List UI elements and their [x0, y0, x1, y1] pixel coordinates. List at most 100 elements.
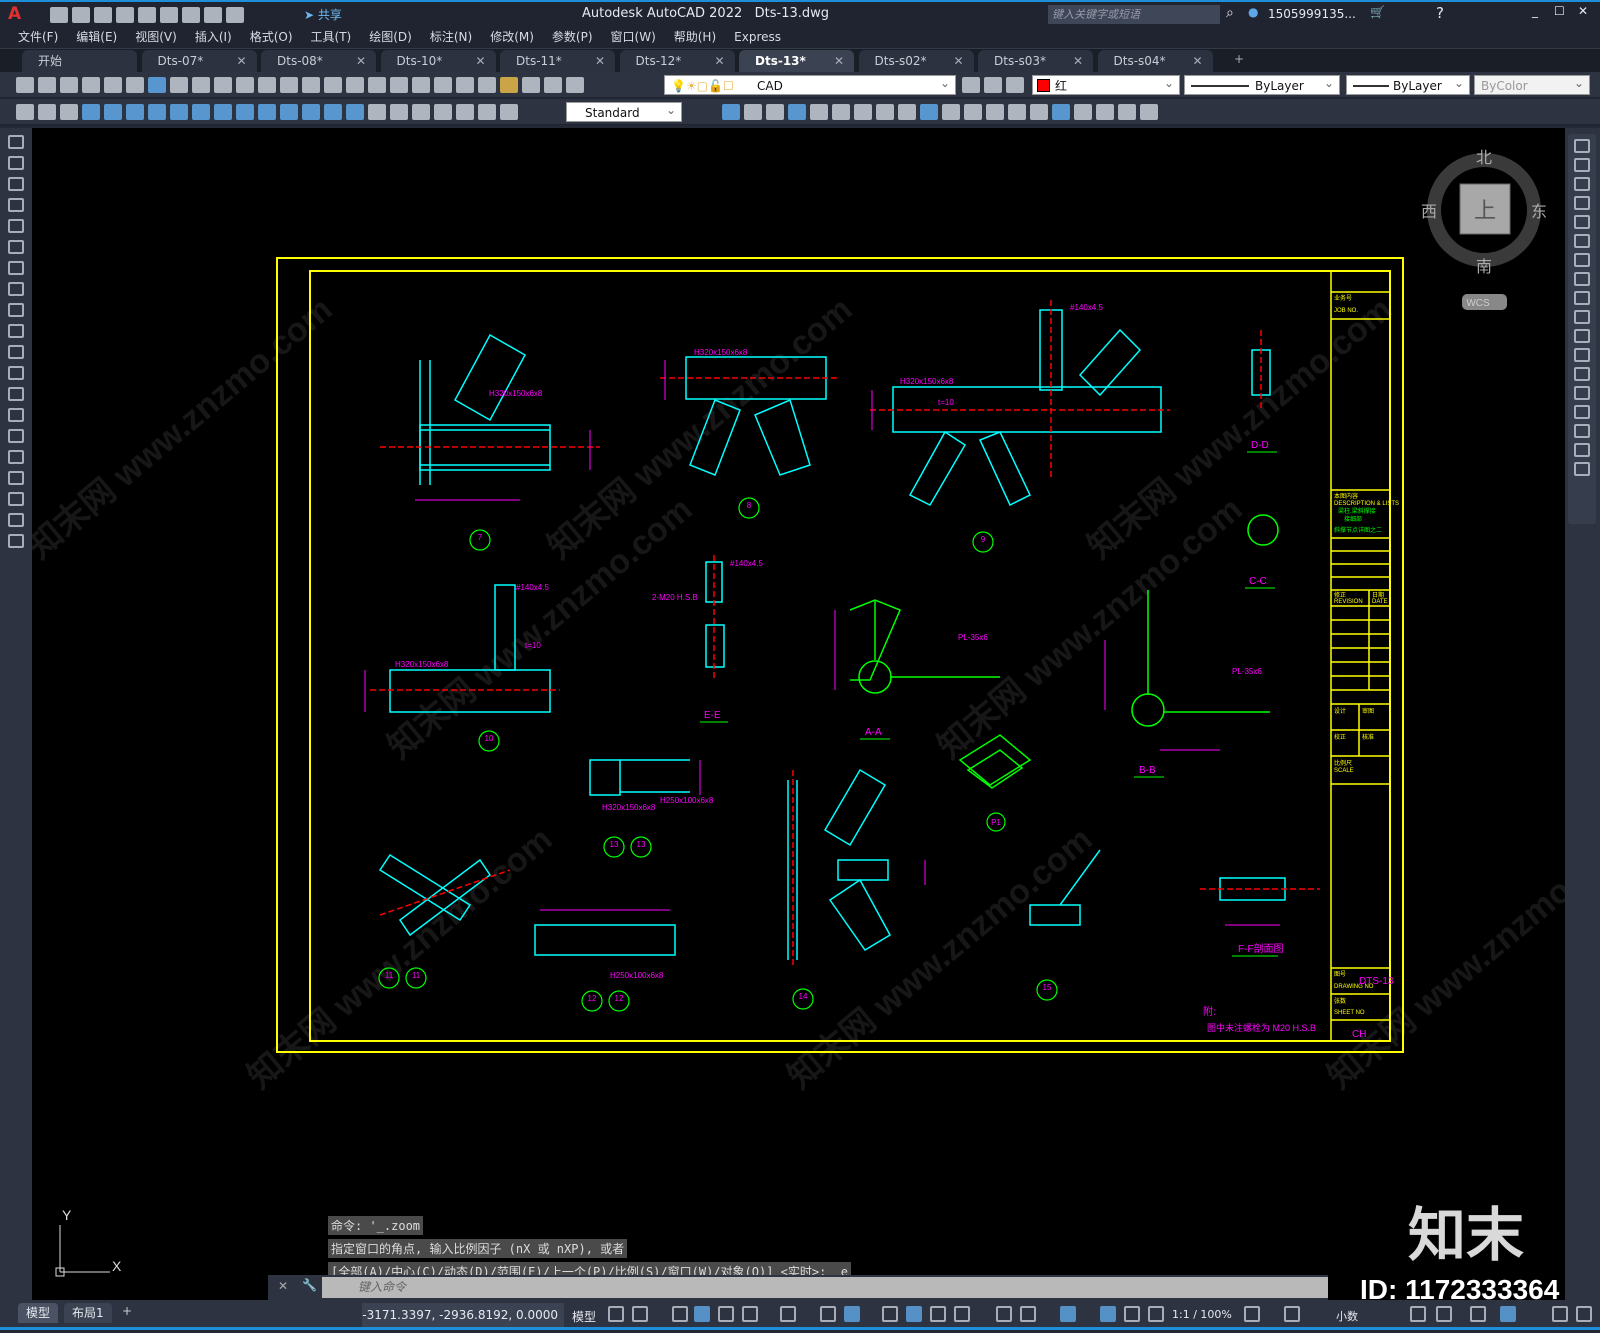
help-search-input[interactable]: 键入关键字或短语 — [1048, 5, 1220, 24]
compass-north[interactable]: 北 — [1476, 149, 1492, 167]
quick-dim-icon[interactable] — [258, 104, 276, 120]
array-icon[interactable] — [1574, 215, 1590, 229]
separate-icon[interactable] — [1030, 104, 1048, 120]
extrude-icon[interactable] — [722, 104, 740, 120]
new-icon[interactable] — [50, 7, 68, 23]
offset-icon[interactable] — [1574, 196, 1590, 210]
paste-icon[interactable] — [214, 77, 232, 93]
print-icon[interactable] — [182, 7, 200, 23]
menu-item[interactable]: 参数(P) — [552, 26, 593, 49]
move-icon[interactable] — [1574, 234, 1590, 248]
pan-icon[interactable] — [324, 77, 342, 93]
menu-item[interactable]: 帮助(H) — [674, 26, 716, 49]
cart-icon[interactable]: 🛒 — [1370, 5, 1385, 19]
close-tab-icon[interactable]: ✕ — [236, 50, 246, 72]
shell-icon[interactable] — [1052, 104, 1070, 120]
close-button[interactable]: ✕ — [1578, 4, 1588, 18]
rotate-faces-icon[interactable] — [876, 104, 894, 120]
jogged-icon[interactable] — [192, 104, 210, 120]
tab-layout1[interactable]: 布局1 — [64, 1303, 112, 1323]
continue-icon[interactable] — [302, 104, 320, 120]
preview-icon[interactable] — [104, 77, 122, 93]
menu-item[interactable]: 绘图(D) — [369, 26, 412, 49]
zoom-window-icon[interactable] — [368, 77, 386, 93]
aligned-dim-icon[interactable] — [104, 104, 122, 120]
document-tab[interactable]: Dts-12* ✕ — [619, 50, 735, 72]
revision-cloud-icon[interactable] — [8, 282, 24, 296]
undo-icon[interactable] — [204, 7, 222, 23]
close-tab-icon[interactable]: ✕ — [714, 50, 724, 72]
units-dropdown[interactable]: 小数 — [1336, 1308, 1358, 1324]
3d-osnap-icon[interactable] — [954, 1306, 970, 1322]
lineweight-icon[interactable] — [882, 1306, 898, 1322]
interfere-icon[interactable] — [1118, 104, 1136, 120]
dimstyle-dropdown[interactable]: Standard — [566, 100, 682, 122]
mirror-icon[interactable] — [1574, 177, 1590, 191]
design-center-icon[interactable] — [434, 77, 452, 93]
copy-icon[interactable] — [192, 77, 210, 93]
layer-dropdown[interactable]: 💡☀▢🔓☐ CAD — [664, 73, 956, 95]
markup-icon[interactable] — [500, 77, 518, 93]
app-menu-button[interactable]: A — [8, 4, 21, 24]
tab-model[interactable]: 模型 — [18, 1303, 59, 1323]
match-properties-icon[interactable] — [236, 77, 254, 93]
dim-update-icon[interactable] — [500, 104, 518, 120]
subtract-icon[interactable] — [766, 104, 784, 120]
clean-icon[interactable] — [1074, 104, 1092, 120]
ellipse-arc-icon[interactable] — [8, 345, 24, 359]
viewcube[interactable]: 上 北 南 东 西 WCS — [1421, 149, 1547, 310]
plotstyle-dropdown[interactable]: ByColor — [1474, 73, 1590, 95]
wrench-icon[interactable]: 🔧 — [302, 1278, 317, 1292]
arc-icon[interactable] — [8, 240, 24, 254]
grid-icon[interactable] — [608, 1306, 624, 1322]
lineweight-dropdown[interactable]: ByLayer — [1346, 73, 1470, 95]
offset-faces-icon[interactable] — [832, 104, 850, 120]
selection-filter-icon[interactable] — [1020, 1306, 1036, 1322]
rectangle-icon[interactable] — [8, 219, 24, 233]
close-tab-icon[interactable]: ✕ — [356, 50, 366, 72]
diameter-icon[interactable] — [214, 104, 232, 120]
search-icon[interactable]: ⌕ — [1226, 5, 1234, 21]
polygon-icon[interactable] — [8, 198, 24, 212]
clean-screen-icon[interactable] — [1552, 1306, 1568, 1322]
rotate-icon[interactable] — [1574, 253, 1590, 267]
compass-east[interactable]: 东 — [1531, 203, 1547, 221]
infer-constraints-icon[interactable] — [672, 1306, 688, 1322]
undo-icon[interactable] — [280, 77, 298, 93]
user-icon[interactable]: ● — [1248, 5, 1258, 19]
compass-west[interactable]: 西 — [1421, 204, 1437, 221]
redo-icon[interactable] — [302, 77, 320, 93]
layer-properties-icon[interactable] — [566, 77, 584, 93]
copy-icon[interactable] — [1574, 158, 1590, 172]
publish-icon[interactable] — [126, 77, 144, 93]
mobile-icon[interactable] — [160, 7, 178, 23]
space-icon[interactable] — [324, 104, 342, 120]
check-icon[interactable] — [38, 104, 56, 120]
section-icon[interactable] — [986, 104, 1004, 120]
cut-icon[interactable] — [170, 77, 188, 93]
dynamic-ucs-icon[interactable] — [996, 1306, 1012, 1322]
block-editor-icon[interactable] — [258, 77, 276, 93]
solid-check-icon[interactable] — [1140, 104, 1158, 120]
coordinate-readout[interactable]: -3171.3397, -2936.8192, 0.0000 — [362, 1303, 564, 1327]
stretch-icon[interactable] — [1574, 291, 1590, 305]
menu-item[interactable]: 窗口(W) — [611, 26, 656, 49]
angular-icon[interactable] — [236, 104, 254, 120]
break-at-point-icon[interactable] — [1574, 348, 1590, 362]
object-snap-tracking-icon[interactable] — [820, 1306, 836, 1322]
gizmo-icon[interactable] — [1060, 1306, 1076, 1322]
share-button[interactable]: ➤ 共享 — [304, 6, 342, 23]
polyline-icon[interactable] — [8, 156, 24, 170]
workspace-gear-icon[interactable] — [1244, 1306, 1260, 1322]
publish-icon[interactable] — [138, 7, 156, 23]
annotation-scale[interactable]: 1:1 / 100% — [1172, 1308, 1232, 1321]
document-tab[interactable]: Dts-s02* ✕ — [858, 50, 974, 72]
region-icon[interactable] — [8, 471, 24, 485]
close-tab-icon[interactable]: ✕ — [595, 50, 605, 72]
color-faces-icon[interactable] — [942, 104, 960, 120]
polar-icon[interactable] — [742, 1306, 758, 1322]
model-space-toggle[interactable]: 模型 — [572, 1308, 596, 1325]
auto-scale-icon[interactable] — [1124, 1306, 1140, 1322]
ortho-icon[interactable] — [718, 1306, 734, 1322]
multiline-text-icon[interactable] — [8, 513, 24, 527]
